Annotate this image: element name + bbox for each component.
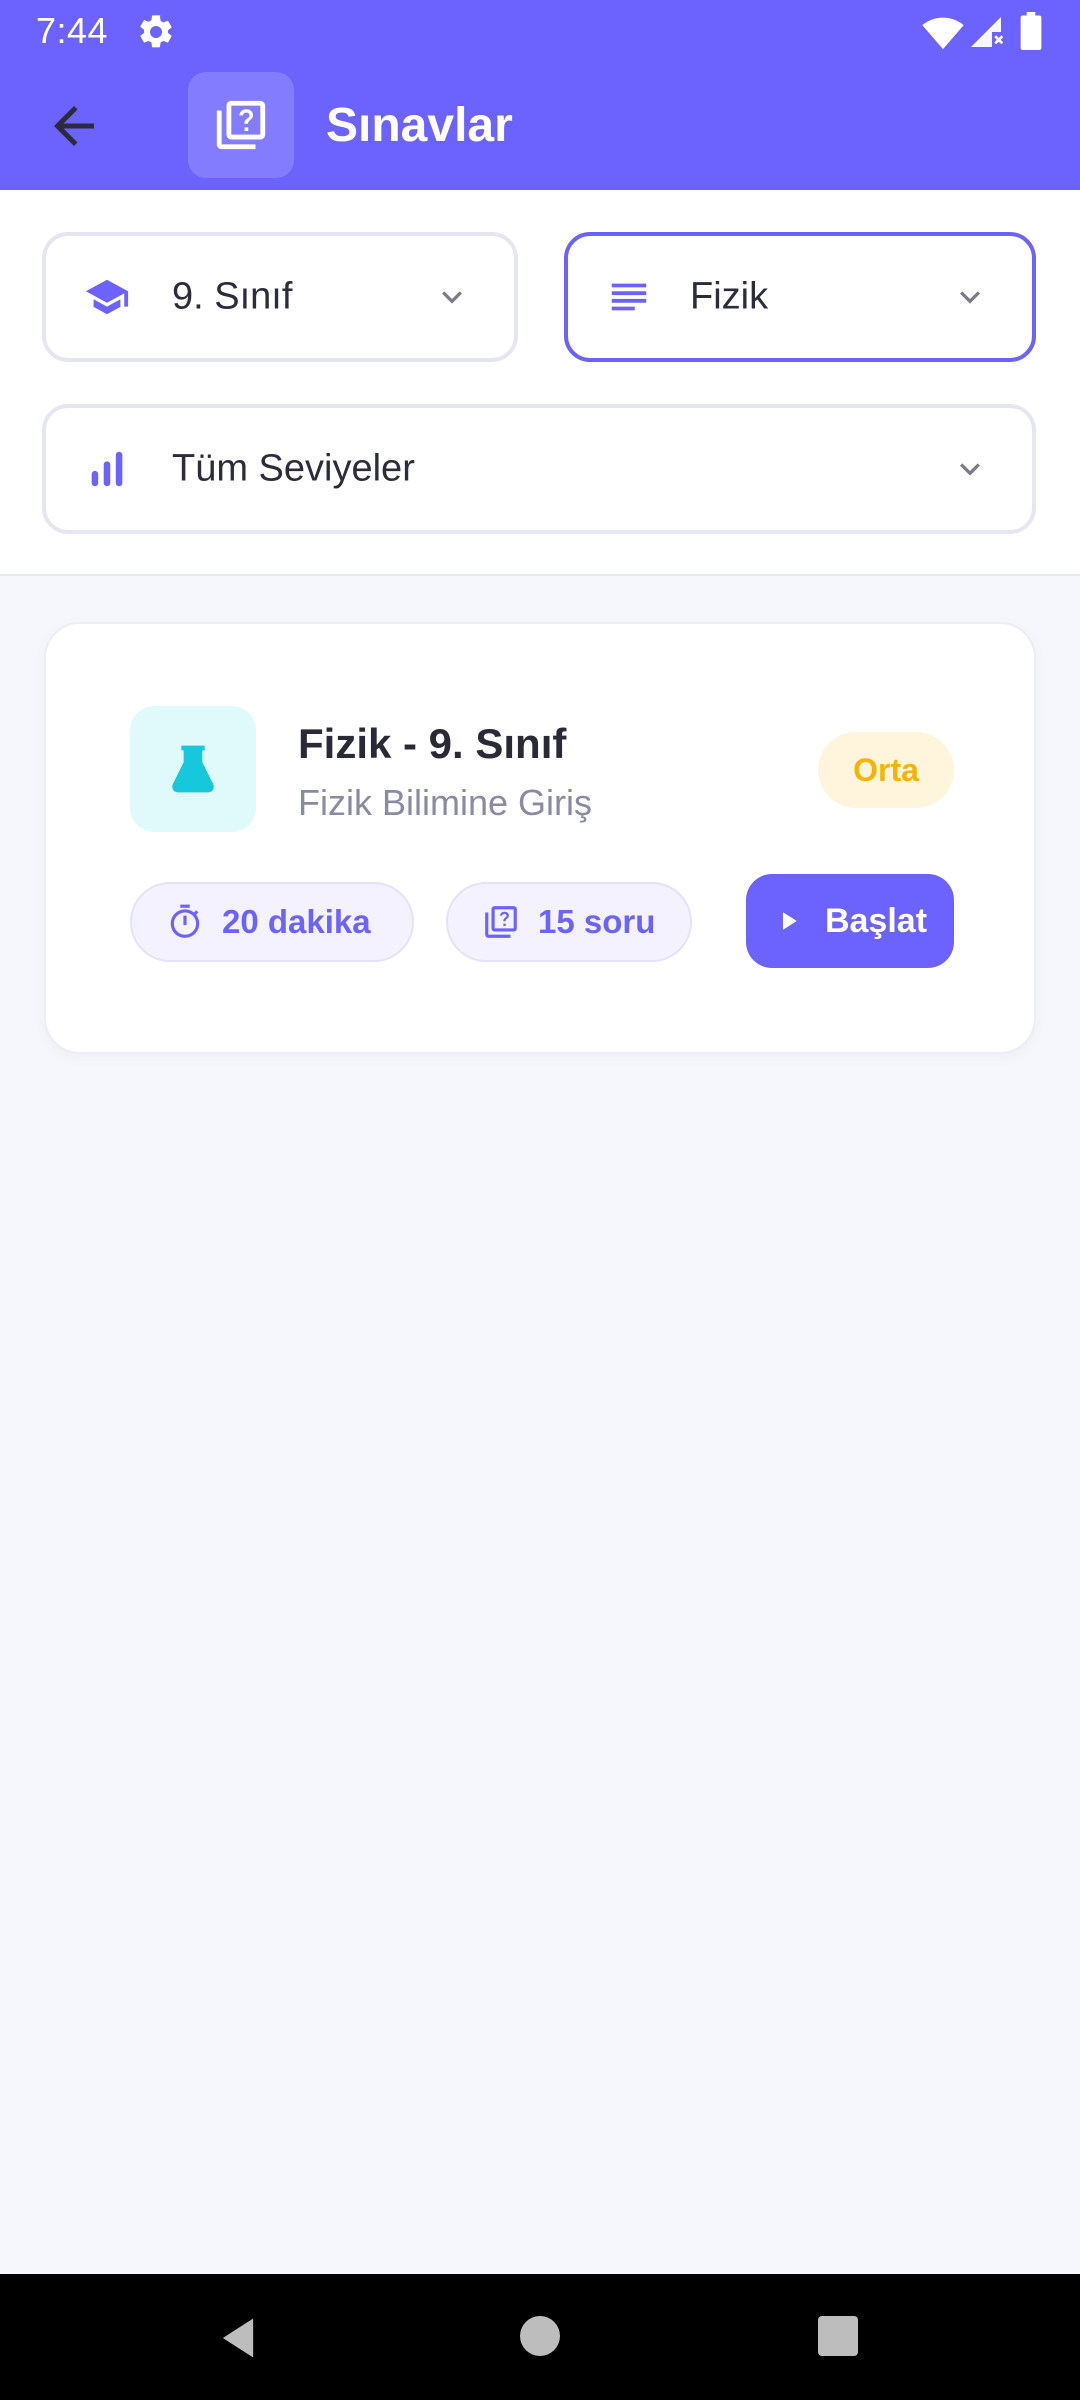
subject-dropdown-label: Fizik — [690, 275, 769, 318]
app-bar: Sınavlar — [0, 62, 1080, 190]
start-button[interactable]: Başlat — [746, 874, 954, 968]
school-cap-icon — [85, 279, 129, 315]
exam-title: Fizik - 9. Sınıf — [298, 720, 567, 767]
gear-icon — [140, 15, 172, 48]
nav-home-icon[interactable] — [520, 2316, 560, 2356]
chevron-down-icon — [960, 463, 980, 476]
quiz-icon — [485, 906, 517, 938]
questions-text: 15 soru — [538, 903, 656, 940]
status-bar: 7:44 — [0, 0, 1080, 62]
level-dropdown-label: Tüm Seviyeler — [172, 447, 415, 490]
nav-recents-icon[interactable] — [818, 2316, 858, 2356]
questions-chip: 15 soru — [446, 882, 692, 962]
page-title: Sınavlar — [326, 99, 513, 152]
signal-icon — [971, 17, 1004, 47]
system-nav-bar — [0, 2274, 1080, 2400]
start-button-label: Başlat — [824, 901, 928, 940]
exam-subtitle: Fizik Bilimine Giriş — [298, 782, 593, 823]
arrow-left-icon[interactable] — [40, 96, 108, 156]
chevron-down-icon — [442, 291, 462, 304]
title-icon-container — [188, 72, 294, 178]
quiz-icon — [216, 100, 266, 150]
timer-icon — [170, 904, 200, 938]
duration-text: 20 dakika — [222, 903, 371, 940]
bar-chart-icon — [91, 451, 123, 487]
battery-icon — [1020, 12, 1042, 50]
class-dropdown[interactable]: 9. Sınıf — [42, 232, 518, 362]
subject-icon-container — [130, 706, 256, 832]
status-time: 7:44 — [36, 10, 109, 51]
chevron-down-icon — [960, 291, 980, 304]
level-badge: Orta — [818, 732, 954, 808]
level-dropdown[interactable]: Tüm Seviyeler — [42, 404, 1036, 534]
subject-dropdown[interactable]: Fizik — [564, 232, 1036, 362]
wifi-icon — [922, 17, 964, 50]
flask-icon — [172, 745, 214, 793]
filters-section: 9. Sınıf Fizik Tüm Seviyeler — [0, 190, 1080, 576]
exam-card[interactable]: Fizik - 9. Sınıf Fizik Bilimine Giriş Or… — [44, 622, 1036, 1054]
play-icon — [782, 912, 797, 930]
nav-back-icon[interactable] — [212, 2310, 264, 2366]
duration-chip: 20 dakika — [130, 882, 414, 962]
subject-lines-icon — [611, 283, 647, 311]
class-dropdown-label: 9. Sınıf — [172, 275, 293, 318]
